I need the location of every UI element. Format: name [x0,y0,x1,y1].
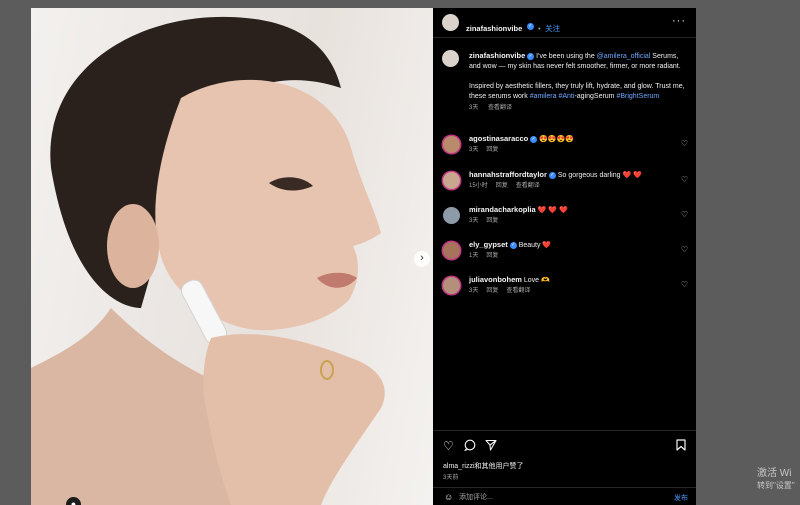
likes-summary[interactable]: alma_rizzi和其他用户赞了 [443,461,524,471]
comment-like-heart-icon[interactable]: ♡ [681,280,688,289]
comment-like-heart-icon[interactable]: ♡ [681,175,688,184]
comment-username[interactable]: ely_gypset [469,240,508,249]
reply-button[interactable]: 回复 [486,288,498,294]
carousel-next-button-overlay[interactable]: › [414,251,430,267]
commenter-avatar[interactable] [443,207,460,224]
comment-item: hannahstraffordtaylor ✓ So gorgeous darl… [433,170,696,200]
watermark-line-1: 激活 Wi [757,468,792,479]
commenter-avatar[interactable] [443,242,460,259]
app-stage: › ● › zinafashionvibe ✓ • 关注 ··· zina [0,0,800,505]
comment-username[interactable]: mirandacharkoplia [469,205,536,214]
follow-button[interactable]: 关注 [545,24,560,33]
reply-button[interactable]: 回复 [486,218,498,224]
comment-translate-link[interactable]: 查看翻译 [516,183,540,189]
comment-item: juliavonbohem Love 🫶 3天 回复 查看翻译 ♡ [433,275,696,305]
verified-badge-icon: ✓ [530,135,538,143]
comment-age: 3天 [469,147,479,153]
caption-mention-link[interactable]: @amilera_official [597,53,651,60]
post-header: zinafashionvibe ✓ • 关注 ··· [433,8,696,38]
watermark-line-2: 转到"设置" [757,481,795,490]
author-username[interactable]: zinafashionvibe [466,24,522,33]
caption-text-2b: -agingSerum [574,93,617,100]
comment-bubble-icon[interactable] [464,439,476,454]
comment-item: mirandacharkoplia ❤️ ❤️ ❤️ 3天 回复 ♡ [433,205,696,235]
action-bar: ♡ alma_rizzi和其他用户赞了 3天前 ☺ 发布 [433,430,696,505]
comment-text: So gorgeous darling ❤️ ❤️ [557,172,642,179]
comment-translate-link[interactable]: 查看翻译 [506,288,530,294]
caption-author-avatar[interactable] [442,50,459,67]
comment-username[interactable]: hannahstraffordtaylor [469,170,547,179]
caption-age: 3天 [469,105,479,111]
comment-age: 3天 [469,218,479,224]
post-caption: zinafashionvibe ✓ I've been using the @a… [469,51,687,113]
post-photo[interactable]: › ● [31,8,433,505]
user-tag-icon: ● [70,499,77,505]
comment-item: agostinasaracco ✓ 😍😍😍😍 3天 回复 ♡ [433,134,696,164]
caption-hashtag-link[interactable]: #amilera #Anti [530,93,575,100]
add-comment-row: ☺ 发布 [433,487,696,505]
comment-username[interactable]: agostinasaracco [469,134,528,143]
verified-badge-icon: ✓ [509,241,517,249]
commenter-avatar[interactable] [443,277,460,294]
paper-plane-icon[interactable] [485,439,497,454]
verified-badge-icon: ✓ [526,23,534,31]
separator-dot: • [538,26,541,33]
comment-text: Beauty ❤️ [518,242,552,249]
comment-age: 15小时 [469,183,488,189]
smiley-icon[interactable]: ☺ [444,492,453,502]
portrait-illustration [31,16,385,505]
post-comment-button[interactable]: 发布 [674,493,688,503]
post-age: 3天前 [443,475,459,481]
comment-like-heart-icon[interactable]: ♡ [681,139,688,148]
caption-hashtag-link-2[interactable]: #BrightSerum [616,93,659,100]
comment-item: ely_gypset ✓ Beauty ❤️ 1天 回复 ♡ [433,240,696,270]
windows-activation-watermark: 激活 Wi 转到"设置" [757,468,795,492]
reply-button[interactable]: 回复 [486,253,498,259]
comment-age: 1天 [469,253,479,259]
comment-age: 3天 [469,288,479,294]
author-avatar[interactable] [442,14,459,31]
bookmark-icon[interactable] [676,439,686,454]
heart-outline-icon[interactable]: ♡ [443,439,454,453]
caption-author-username[interactable]: zinafashionvibe [469,51,525,60]
chevron-right-icon: › [420,252,424,264]
comment-text: Love 🫶 [523,277,550,284]
commenter-avatar[interactable] [443,136,460,153]
reply-button[interactable]: 回复 [486,147,498,153]
user-tag-button[interactable]: ● [66,497,81,505]
caption-text-1a: I've been using the [536,53,597,60]
comment-username[interactable]: juliavonbohem [469,275,522,284]
caption-translate-link[interactable]: 查看翻译 [488,105,512,111]
comment-like-heart-icon[interactable]: ♡ [681,210,688,219]
add-comment-input[interactable] [459,491,639,504]
comment-like-heart-icon[interactable]: ♡ [681,245,688,254]
verified-badge-icon: ✓ [527,52,535,60]
more-options-icon[interactable]: ··· [672,15,686,27]
commenter-avatar[interactable] [443,172,460,189]
verified-badge-icon: ✓ [548,171,556,179]
reply-button[interactable]: 回复 [496,183,508,189]
comment-text: ❤️ ❤️ ❤️ [537,207,568,214]
post-side-panel: zinafashionvibe ✓ • 关注 ··· zinafashionvi… [433,8,696,505]
comment-text: 😍😍😍😍 [539,136,574,143]
